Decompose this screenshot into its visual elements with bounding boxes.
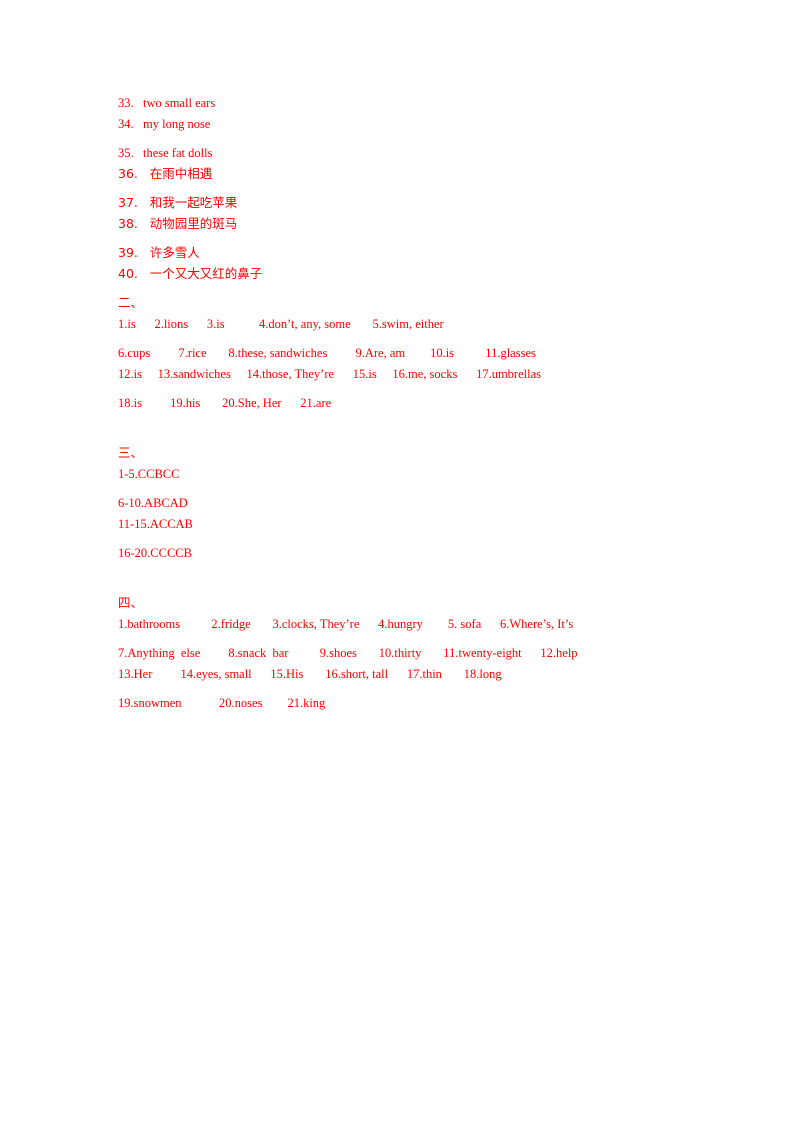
answer-line-36: 36. 在雨中相遇 (118, 166, 213, 181)
answer-line-38: 38. 动物园里的斑马 (118, 216, 238, 231)
answer-key-body: 33. two small ears 34. my long nose 35. … (118, 96, 718, 710)
answer-line-34: 34. my long nose (118, 117, 211, 131)
section-three-heading: 三、 (118, 445, 144, 460)
document-page: 33. two small ears 34. my long nose 35. … (0, 0, 794, 1123)
section-two-line-3: 12.is 13.sandwiches 14.those, They’re 15… (118, 367, 541, 381)
section-three-line-2: 6-10.ABCAD (118, 496, 188, 510)
section-two-heading: 二、 (118, 295, 144, 310)
section-four-line-3: 13.Her 14.eyes, small 15.His 16.short, t… (118, 667, 502, 681)
translation-answers-block: 33. two small ears 34. my long nose 35. … (118, 96, 718, 281)
section-two-line-4: 18.is 19.his 20.She, Her 21.are (118, 396, 332, 410)
section-four-line-4: 19.snowmen 20.noses 21.king (118, 696, 326, 710)
section-two-line-2: 6.cups 7.rice 8.these, sandwiches 9.Are,… (118, 346, 536, 360)
answer-line-35: 35. these fat dolls (118, 146, 213, 160)
answer-line-37: 37. 和我一起吃苹果 (118, 195, 238, 210)
section-three-line-4: 16-20.CCCCB (118, 546, 192, 560)
section-four-line-1: 1.bathrooms 2.fridge 3.clocks, They’re 4… (118, 617, 574, 631)
answer-line-40: 40. 一个又大又红的鼻子 (118, 266, 263, 281)
section-four-line-2: 7.Anything else 8.snack bar 9.shoes 10.t… (118, 646, 578, 660)
section-two-line-1: 1.is 2.lions 3.is 4.don’t, any, some 5.s… (118, 317, 444, 331)
answer-line-39: 39. 许多雪人 (118, 245, 200, 260)
section-three-line-3: 11-15.ACCAB (118, 517, 193, 531)
section-four-heading: 四、 (118, 595, 144, 610)
section-three-line-1: 1-5.CCBCC (118, 467, 180, 481)
section-four-block: 四、 1.bathrooms 2.fridge 3.clocks, They’r… (118, 595, 718, 711)
answer-line-33: 33. two small ears (118, 96, 216, 110)
section-three-block: 三、 1-5.CCBCC 6-10.ABCAD 11-15.ACCAB 16-2… (118, 445, 718, 561)
section-two-block: 二、 1.is 2.lions 3.is 4.don’t, any, some … (118, 295, 718, 411)
